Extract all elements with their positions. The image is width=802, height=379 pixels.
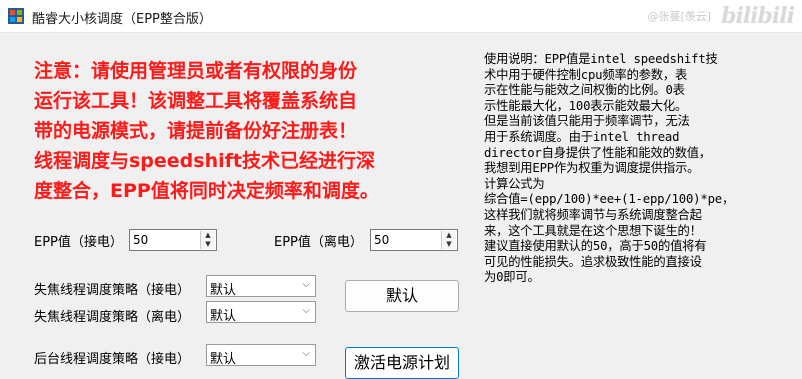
spin-up-icon[interactable]: ▲ xyxy=(200,231,215,240)
epp-battery-spin-buttons[interactable]: ▲ ▼ xyxy=(441,231,456,249)
epp-plugged-label: EPP值（接电） xyxy=(34,235,123,250)
heterogeneous-plugged-select[interactable]: 默认 ⌵ xyxy=(206,275,316,298)
help-text: 使用说明：EPP值是intel speedshift技 术中用于硬件控制cpu频… xyxy=(484,52,735,285)
spin-up-icon[interactable]: ▲ xyxy=(441,231,456,240)
watermark: @张蔓[羡云] bilibili xyxy=(647,2,795,30)
watermark-logo: bilibili xyxy=(721,3,795,29)
chevron-down-icon[interactable]: ⌵ xyxy=(302,348,310,359)
heterogeneous-battery-label: 失焦线程调度策略（离电） xyxy=(34,310,191,325)
epp-plugged-value[interactable]: 50 xyxy=(133,233,148,247)
activate-power-plan-button[interactable]: 激活电源计划 xyxy=(345,347,459,379)
chevron-down-icon[interactable]: ⌵ xyxy=(302,279,310,290)
epp-battery-spinbox[interactable]: 50 ▲ ▼ xyxy=(370,229,458,251)
epp-battery-value[interactable]: 50 xyxy=(374,233,389,247)
title-bar: 酷睿大小核调度（EPP整合版） @张蔓[羡云] bilibili xyxy=(0,0,802,33)
app-icon xyxy=(8,8,24,24)
heterogeneous-battery-select[interactable]: 默认 ⌵ xyxy=(206,301,316,324)
spin-down-icon[interactable]: ▼ xyxy=(200,240,215,249)
heterogeneous-plugged-value: 默认 xyxy=(210,283,237,298)
background-plugged-value: 默认 xyxy=(210,352,237,367)
epp-plugged-spinbox[interactable]: 50 ▲ ▼ xyxy=(129,229,217,251)
heterogeneous-battery-value: 默认 xyxy=(210,309,237,324)
spin-down-icon[interactable]: ▼ xyxy=(441,240,456,249)
warning-text: 注意：请使用管理员或者有权限的身份 运行该工具！该调整工具将覆盖系统自 带的电源… xyxy=(34,60,379,202)
epp-plugged-spin-buttons[interactable]: ▲ ▼ xyxy=(200,231,215,249)
watermark-text: @张蔓[羡云] xyxy=(647,10,712,23)
window-title: 酷睿大小核调度（EPP整合版） xyxy=(32,12,212,27)
background-plugged-select[interactable]: 默认 ⌵ xyxy=(206,344,316,367)
heterogeneous-plugged-label: 失焦线程调度策略（接电） xyxy=(34,283,191,298)
epp-battery-label: EPP值（离电） xyxy=(274,235,363,250)
default-button[interactable]: 默认 xyxy=(345,280,459,312)
chevron-down-icon[interactable]: ⌵ xyxy=(302,305,310,316)
background-plugged-label: 后台线程调度策略（接电） xyxy=(34,352,191,367)
